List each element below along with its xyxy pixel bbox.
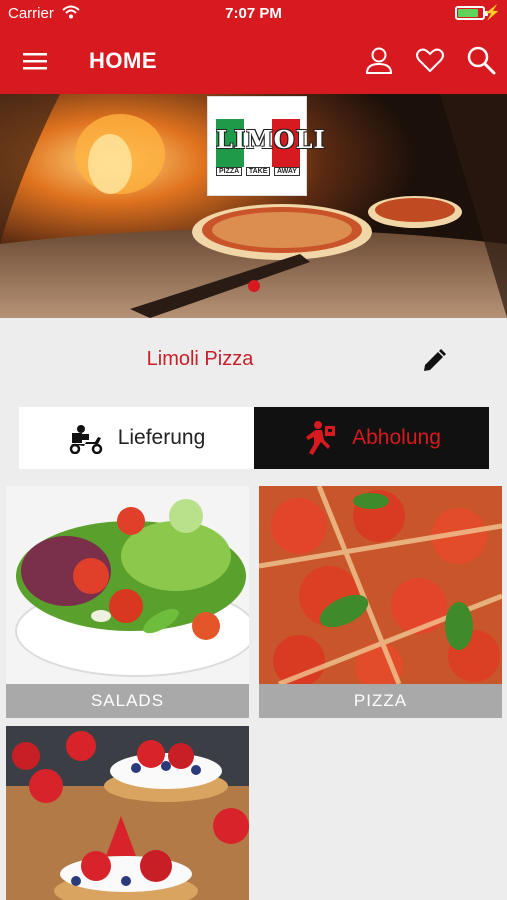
restaurant-logo: LIMOLI PIZZA TAKE AWAY [207,96,326,196]
logo-tagline-word: TAKE [245,167,271,176]
pencil-icon[interactable] [421,348,447,374]
order-mode-toggle: Lieferung Abholung [19,407,489,469]
carousel-dot[interactable] [248,280,260,292]
category-card-salads[interactable]: SALADS [6,486,249,718]
logo-brand: LIMOLI [216,125,326,154]
delivery-option[interactable]: Lieferung [19,407,254,469]
clock: 7:07 PM [225,5,282,22]
logo-tagline-word: AWAY [274,167,300,176]
logo-tagline-word: PIZZA [216,167,243,176]
category-card-desserts[interactable] [6,726,249,900]
category-label: SALADS [6,684,249,718]
pickup-runner-icon [306,421,336,455]
page-title: HOME [89,48,157,73]
dessert-tart-image [6,726,249,900]
category-card-pizza[interactable]: PIZZA [259,486,502,718]
menu-icon[interactable] [22,48,48,74]
pizza-image [259,486,502,684]
salad-image [6,486,249,684]
pickup-option[interactable]: Abholung [254,407,489,469]
logo-tagline: PIZZA TAKE AWAY [216,167,300,176]
delivery-scooter-icon [69,425,102,454]
user-icon[interactable] [363,44,395,76]
restaurant-row: Limoli Pizza [0,318,507,406]
status-bar: Carrier 7:07 PM ⚡ [0,0,507,28]
search-icon[interactable] [465,44,497,76]
battery-icon [455,6,488,20]
heart-icon[interactable] [414,44,446,76]
category-label: PIZZA [259,684,502,718]
charging-icon: ⚡ [483,4,501,20]
pickup-label: Abholung [352,426,441,449]
restaurant-name: Limoli Pizza [146,348,254,370]
delivery-label: Lieferung [117,426,206,449]
nav-bar: HOME [0,28,507,94]
